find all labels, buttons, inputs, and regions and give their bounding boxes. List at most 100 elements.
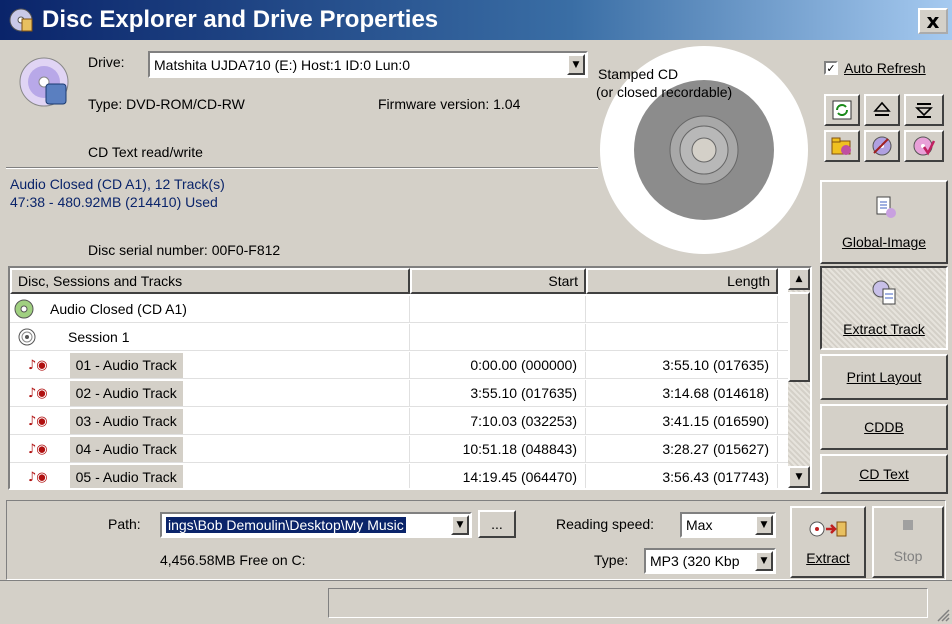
burn-icon: [872, 136, 892, 156]
track-name: 04 - Audio Track: [69, 436, 183, 462]
type-label: Type:: [594, 552, 629, 568]
disc-row[interactable]: Audio Closed (CD A1): [10, 295, 788, 323]
table-row[interactable]: ♪◉ 02 - Audio Track 3:55.10 (017635) 3:1…: [10, 379, 788, 407]
status-panel: [328, 588, 928, 618]
scroll-thumb[interactable]: [788, 292, 810, 382]
table-header: Disc, Sessions and Tracks Start Length: [10, 268, 778, 294]
track-start: 0:00.00 (000000): [410, 351, 586, 379]
window-title: Disc Explorer and Drive Properties: [42, 6, 439, 33]
column-header-length[interactable]: Length: [586, 268, 778, 294]
table-row[interactable]: ♪◉ 05 - Audio Track 14:19.45 (064470) 3:…: [10, 463, 788, 488]
type-select[interactable]: MP3 (320 Kbp ▼: [644, 548, 776, 574]
global-image-button[interactable]: Global-Image: [820, 180, 948, 264]
verify-button[interactable]: [904, 130, 944, 162]
audio-track-icon: ♪◉: [28, 357, 48, 373]
audio-track-icon: ♪◉: [28, 385, 48, 401]
table-row[interactable]: ♪◉ 03 - Audio Track 7:10.03 (032253) 3:4…: [10, 407, 788, 435]
reading-speed-select[interactable]: Max ▼: [680, 512, 776, 538]
extract-button[interactable]: Extract: [790, 506, 866, 578]
disc-type-label-line1: Stamped CD: [598, 66, 679, 82]
track-length: 3:41.15 (016590): [586, 407, 778, 435]
cd-text-capability: CD Text read/write: [88, 144, 203, 160]
chevron-down-icon: ▼: [795, 472, 803, 482]
track-start: 3:55.10 (017635): [410, 379, 586, 407]
divider: [6, 167, 598, 169]
disc-status-line2: 47:38 - 480.92MB (214410) Used: [10, 194, 218, 210]
browse-button[interactable]: ...: [478, 510, 516, 538]
column-header-tracks[interactable]: Disc, Sessions and Tracks: [10, 268, 410, 294]
cddb-button[interactable]: CDDB: [820, 404, 948, 450]
auto-refresh-checkbox[interactable]: ✓ Auto Refresh: [824, 60, 926, 76]
table-scrollbar[interactable]: ▲ ▼: [788, 268, 810, 488]
app-icon: [9, 8, 33, 32]
print-layout-label: Print Layout: [846, 369, 922, 385]
track-name-cell: ♪◉ 03 - Audio Track: [10, 407, 410, 435]
open-folder-button[interactable]: [824, 130, 860, 162]
chevron-down-icon: ▼: [755, 551, 773, 571]
firmware-version: Firmware version: 1.04: [378, 96, 521, 112]
close-tray-button[interactable]: [904, 94, 944, 126]
resize-grip-icon[interactable]: [934, 606, 950, 622]
reading-speed-label: Reading speed:: [556, 516, 655, 532]
disc-cell: Audio Closed (CD A1): [10, 295, 410, 323]
eject-button[interactable]: [864, 94, 900, 126]
drive-select-value: Matshita UJDA710 (E:) Host:1 ID:0 Lun:0: [154, 56, 410, 73]
cd-text-label: CD Text: [859, 466, 909, 482]
refresh-icon: [832, 100, 852, 120]
close-tray-icon: [915, 103, 933, 118]
drive-icon: [19, 57, 69, 107]
session-row[interactable]: Session 1: [10, 323, 788, 351]
track-start: 10:51.18 (048843): [410, 435, 586, 463]
path-select[interactable]: ings\Bob Demoulin\Desktop\My Music ▼: [160, 512, 472, 538]
global-image-label: Global-Image: [841, 234, 927, 250]
free-space: 4,456.58MB Free on C:: [160, 552, 306, 568]
auto-refresh-label: Auto Refresh: [844, 60, 926, 76]
disc-start-cell: [410, 295, 586, 323]
cddb-label: CDDB: [864, 419, 904, 435]
session-cell: Session 1: [10, 323, 410, 351]
table-row[interactable]: ♪◉ 01 - Audio Track 0:00.00 (000000) 3:5…: [10, 351, 788, 379]
type-value: MP3 (320 Kbp: [650, 553, 740, 569]
burn-button[interactable]: [864, 130, 900, 162]
close-button[interactable]: x: [918, 8, 948, 34]
table-row[interactable]: ♪◉ 04 - Audio Track 10:51.18 (048843) 3:…: [10, 435, 788, 463]
chevron-down-icon: ▼: [451, 515, 469, 535]
session-icon: [18, 328, 36, 346]
title-bar: Disc Explorer and Drive Properties: [0, 0, 952, 40]
cd-text-button[interactable]: CD Text: [820, 454, 948, 494]
disc-row-label: Audio Closed (CD A1): [50, 301, 187, 317]
track-name-cell: ♪◉ 05 - Audio Track: [10, 463, 410, 488]
track-name-cell: ♪◉ 04 - Audio Track: [10, 435, 410, 463]
track-name: 03 - Audio Track: [69, 408, 183, 434]
path-label-text: Path:: [108, 516, 141, 532]
audio-track-icon: ♪◉: [28, 441, 48, 457]
reading-speed-value: Max: [686, 517, 713, 533]
path-label: Path:: [108, 516, 141, 532]
folder-icon: [831, 137, 851, 155]
disc-status-line1: Audio Closed (CD A1), 12 Track(s): [10, 176, 225, 192]
path-value: ings\Bob Demoulin\Desktop\My Music: [166, 517, 406, 533]
stop-label: Stop: [893, 548, 923, 564]
drive-type: Type: DVD-ROM/CD-RW: [88, 96, 245, 112]
scroll-down-button[interactable]: ▼: [788, 466, 810, 488]
chevron-down-icon: ▼: [755, 515, 773, 535]
track-length: 3:14.68 (014618): [586, 379, 778, 407]
extract-track-label: Extract Track: [843, 321, 925, 337]
track-name: 01 - Audio Track: [69, 352, 183, 378]
column-header-start[interactable]: Start: [410, 268, 586, 294]
extract-track-button[interactable]: Extract Track: [820, 266, 948, 350]
track-length: 3:28.27 (015627): [586, 435, 778, 463]
drive-select[interactable]: Matshita UJDA710 (E:) Host:1 ID:0 Lun:0 …: [148, 51, 588, 78]
tracks-table[interactable]: Disc, Sessions and Tracks Start Length A…: [8, 266, 812, 490]
print-layout-button[interactable]: Print Layout: [820, 354, 948, 400]
refresh-button[interactable]: [824, 94, 860, 126]
verify-icon: [913, 136, 936, 156]
audio-track-icon: ♪◉: [28, 469, 48, 485]
browse-label: ...: [491, 516, 503, 532]
stop-button[interactable]: Stop: [872, 506, 944, 578]
audio-track-icon: ♪◉: [28, 413, 48, 429]
drive-label: Drive:: [88, 54, 125, 70]
scroll-up-button[interactable]: ▲: [788, 268, 810, 290]
track-length: 3:55.10 (017635): [586, 351, 778, 379]
track-start: 7:10.03 (032253): [410, 407, 586, 435]
